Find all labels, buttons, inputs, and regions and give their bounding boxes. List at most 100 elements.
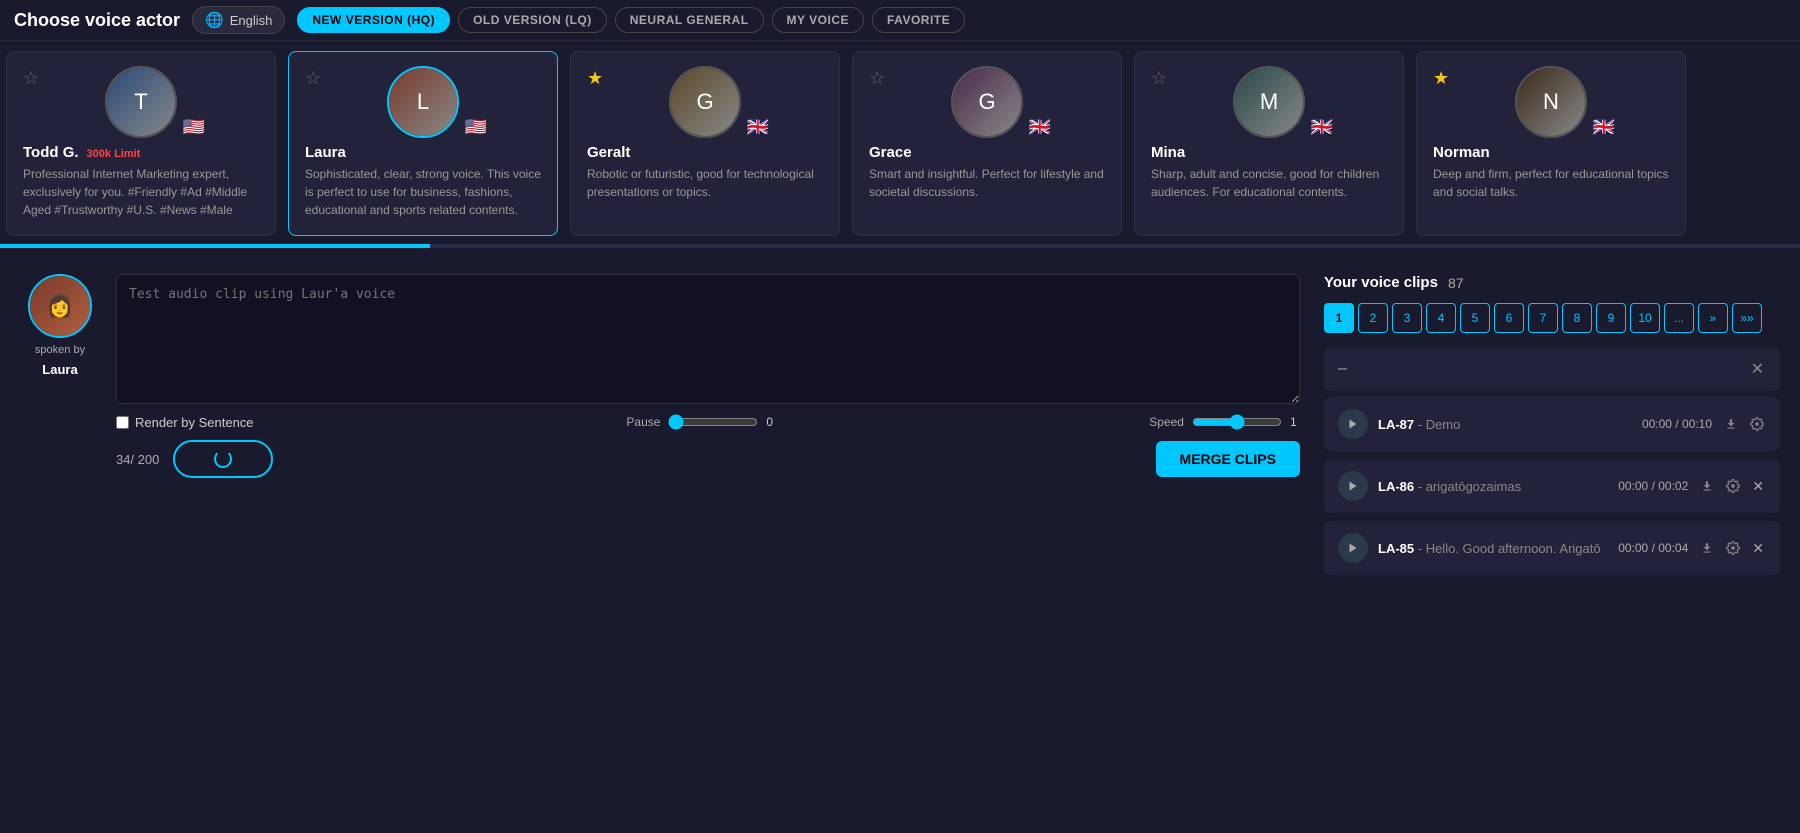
flag-grace: 🇬🇧 — [1029, 117, 1051, 138]
clips-list: LA-87 - Demo 00:00 / 00:10 LA-86 - ariga… — [1324, 397, 1780, 575]
speaker-avatar: 👩 — [28, 274, 92, 338]
voice-avatar-grace: G — [951, 66, 1023, 138]
page-btn-7[interactable]: 8 — [1562, 303, 1592, 333]
page-btn-9[interactable]: 10 — [1630, 303, 1660, 333]
voice-avatar-mina: M — [1233, 66, 1305, 138]
editor-wrap: Render by Sentence Pause 0 Speed 1 34/ 2… — [116, 274, 1300, 478]
clip-item-2: LA-85 - Hello. Good afternoon. Arigatōgo… — [1324, 521, 1780, 575]
voice-desc-todd: Professional Internet Marketing expert, … — [23, 165, 259, 219]
voice-desc-norman: Deep and firm, perfect for educational t… — [1433, 165, 1669, 201]
clip-settings-2[interactable] — [1724, 539, 1742, 557]
speed-label: Speed — [1149, 415, 1184, 429]
clip-name-1: LA-86 - arigatōgozaimas — [1378, 479, 1521, 494]
page-btn-1[interactable]: 2 — [1358, 303, 1388, 333]
voice-card-mina[interactable]: ☆ M 🇬🇧 Mina Sharp, adult and concise, go… — [1134, 51, 1404, 236]
speed-group: Speed 1 — [1149, 414, 1300, 430]
clip-actions-0 — [1722, 415, 1766, 433]
star-icon-grace[interactable]: ☆ — [869, 68, 885, 89]
voice-limit-todd: 300k Limit — [87, 148, 141, 160]
render-sentence-checkbox[interactable] — [116, 416, 129, 429]
page-btn-4[interactable]: 5 — [1460, 303, 1490, 333]
voice-card-grace[interactable]: ☆ G 🇬🇧 Grace Smart and insightful. Perfe… — [852, 51, 1122, 236]
clip-settings-0[interactable] — [1748, 415, 1766, 433]
star-icon-mina[interactable]: ☆ — [1151, 68, 1167, 89]
main-content: 👩 spoken by Laura Render by Sentence Pau… — [0, 256, 1800, 601]
voice-name-geralt: Geralt — [587, 144, 823, 161]
pause-slider[interactable] — [668, 414, 758, 430]
filter-btn-1[interactable]: OLD VERSION (LQ) — [458, 7, 607, 33]
clip-download-2[interactable] — [1698, 539, 1716, 557]
page-btn-0[interactable]: 1 — [1324, 303, 1354, 333]
clip-info-1: LA-86 - arigatōgozaimas — [1378, 479, 1600, 494]
voice-card-geralt[interactable]: ★ G 🇬🇧 Geralt Robotic or futuristic, goo… — [570, 51, 840, 236]
page-btn-10[interactable]: ... — [1664, 303, 1694, 333]
clip-play-2[interactable] — [1338, 533, 1368, 563]
speed-slider[interactable] — [1192, 414, 1282, 430]
voice-text-input[interactable] — [116, 274, 1300, 404]
clip-time-0: 00:00 / 00:10 — [1642, 417, 1712, 431]
clip-download-1[interactable] — [1698, 477, 1716, 495]
bottom-controls: 34/ 200 MERGE CLIPS — [116, 440, 1300, 478]
clip-play-0[interactable] — [1338, 409, 1368, 439]
filter-btn-0[interactable]: NEW VERSION (HQ) — [297, 7, 450, 33]
voice-avatar-wrap: ☆ L 🇺🇸 — [305, 66, 541, 138]
flag-norman: 🇬🇧 — [1593, 117, 1615, 138]
render-sentence-label[interactable]: Render by Sentence — [135, 415, 254, 430]
page-btn-3[interactable]: 4 — [1426, 303, 1456, 333]
voice-card-todd[interactable]: ☆ T 🇺🇸 Todd G.300k Limit Professional In… — [6, 51, 276, 236]
language-button[interactable]: 🌐 English — [192, 6, 285, 34]
filter-btn-2[interactable]: NEURAL GENERAL — [615, 7, 764, 33]
voice-card-laura[interactable]: ☆ L 🇺🇸 Laura Sophisticated, clear, stron… — [288, 51, 558, 236]
pause-group: Pause 0 — [626, 414, 776, 430]
clip-download-0[interactable] — [1722, 415, 1740, 433]
page-btn-8[interactable]: 9 — [1596, 303, 1626, 333]
clip-time-2: 00:00 / 00:04 — [1618, 541, 1688, 555]
star-icon-laura[interactable]: ☆ — [305, 68, 321, 89]
clip-delete-2[interactable]: ✕ — [1750, 538, 1766, 559]
clips-title: Your voice clips — [1324, 274, 1438, 291]
clip-collapsed-item: – ✕ — [1324, 347, 1780, 391]
clip-settings-1[interactable] — [1724, 477, 1742, 495]
clip-info-0: LA-87 - Demo — [1378, 417, 1624, 432]
loading-spinner — [214, 450, 232, 468]
voice-desc-mina: Sharp, adult and concise, good for child… — [1151, 165, 1387, 201]
language-label: English — [230, 13, 273, 28]
char-count: 34/ 200 — [116, 452, 159, 467]
voice-avatar-wrap: ☆ M 🇬🇧 — [1151, 66, 1387, 138]
speaker-name: Laura — [42, 362, 77, 377]
progress-bar — [0, 244, 430, 248]
generate-button[interactable] — [173, 440, 273, 478]
page-btn-11[interactable]: » — [1698, 303, 1728, 333]
voice-name-grace: Grace — [869, 144, 1105, 161]
clip-play-1[interactable] — [1338, 471, 1368, 501]
pause-value: 0 — [766, 415, 776, 429]
voice-desc-grace: Smart and insightful. Perfect for lifest… — [869, 165, 1105, 201]
voice-name-mina: Mina — [1151, 144, 1387, 161]
clips-count: 87 — [1448, 275, 1464, 291]
voice-desc-geralt: Robotic or futuristic, good for technolo… — [587, 165, 823, 201]
page-btn-2[interactable]: 3 — [1392, 303, 1422, 333]
voice-card-norman[interactable]: ★ N 🇬🇧 Norman Deep and firm, perfect for… — [1416, 51, 1686, 236]
progress-bar-wrap — [0, 244, 1800, 248]
voice-avatar-geralt: G — [669, 66, 741, 138]
merge-clips-button[interactable]: MERGE CLIPS — [1156, 441, 1300, 477]
filter-btn-3[interactable]: MY VOICE — [772, 7, 864, 33]
filter-buttons: NEW VERSION (HQ) OLD VERSION (LQ) NEURAL G… — [297, 7, 965, 33]
page-btn-6[interactable]: 7 — [1528, 303, 1558, 333]
clip-delete-1[interactable]: ✕ — [1750, 476, 1766, 497]
filter-btn-4[interactable]: FAVORITE — [872, 7, 965, 33]
star-icon-todd[interactable]: ☆ — [23, 68, 39, 89]
pagination: 12345678910...»»» — [1324, 303, 1780, 333]
header: Choose voice actor 🌐 English NEW VERSION… — [0, 0, 1800, 41]
page-title: Choose voice actor — [14, 10, 180, 31]
voice-avatar-wrap: ☆ T 🇺🇸 — [23, 66, 259, 138]
page-btn-12[interactable]: »» — [1732, 303, 1762, 333]
clip-collapsed-close[interactable]: ✕ — [1749, 357, 1766, 381]
page-btn-5[interactable]: 6 — [1494, 303, 1524, 333]
editor-controls: Render by Sentence Pause 0 Speed 1 — [116, 414, 1300, 430]
render-sentence-wrap: Render by Sentence — [116, 415, 254, 430]
voice-actor-row: ☆ T 🇺🇸 Todd G.300k Limit Professional In… — [0, 41, 1800, 236]
star-icon-geralt[interactable]: ★ — [587, 68, 603, 89]
flag-laura: 🇺🇸 — [465, 117, 487, 138]
star-icon-norman[interactable]: ★ — [1433, 68, 1449, 89]
